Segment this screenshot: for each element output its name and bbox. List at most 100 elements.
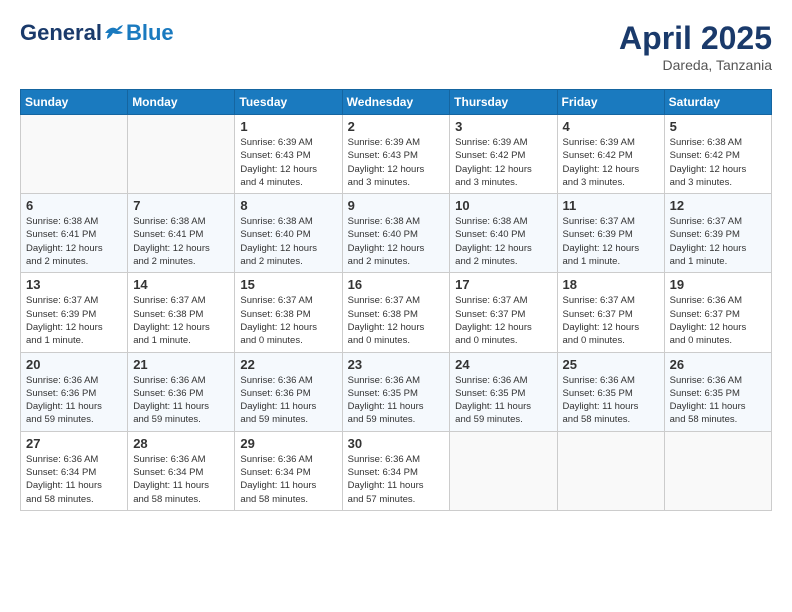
day-info: Sunrise: 6:38 AM Sunset: 6:40 PM Dayligh… (240, 215, 336, 268)
day-number: 8 (240, 198, 336, 213)
calendar-header-saturday: Saturday (664, 90, 771, 115)
day-number: 23 (348, 357, 445, 372)
calendar-cell (664, 431, 771, 510)
day-info: Sunrise: 6:37 AM Sunset: 6:39 PM Dayligh… (563, 215, 659, 268)
day-number: 28 (133, 436, 229, 451)
calendar-cell: 20 Sunrise: 6:36 AM Sunset: 6:36 PM Dayli… (21, 352, 128, 431)
day-number: 14 (133, 277, 229, 292)
day-info: Sunrise: 6:36 AM Sunset: 6:34 PM Dayligh… (240, 453, 336, 506)
day-number: 20 (26, 357, 122, 372)
calendar-cell: 13 Sunrise: 6:37 AM Sunset: 6:39 PM Dayli… (21, 273, 128, 352)
calendar-cell: 17 Sunrise: 6:37 AM Sunset: 6:37 PM Dayli… (450, 273, 557, 352)
calendar-cell: 28 Sunrise: 6:36 AM Sunset: 6:34 PM Dayli… (128, 431, 235, 510)
day-info: Sunrise: 6:37 AM Sunset: 6:37 PM Dayligh… (455, 294, 551, 347)
day-info: Sunrise: 6:37 AM Sunset: 6:38 PM Dayligh… (348, 294, 445, 347)
calendar-table: SundayMondayTuesdayWednesdayThursdayFrid… (20, 89, 772, 511)
day-info: Sunrise: 6:38 AM Sunset: 6:41 PM Dayligh… (133, 215, 229, 268)
day-info: Sunrise: 6:38 AM Sunset: 6:42 PM Dayligh… (670, 136, 766, 189)
calendar-cell: 2 Sunrise: 6:39 AM Sunset: 6:43 PM Daylig… (342, 115, 450, 194)
day-number: 19 (670, 277, 766, 292)
day-info: Sunrise: 6:38 AM Sunset: 6:41 PM Dayligh… (26, 215, 122, 268)
day-number: 7 (133, 198, 229, 213)
calendar-cell (21, 115, 128, 194)
calendar-header-wednesday: Wednesday (342, 90, 450, 115)
day-number: 15 (240, 277, 336, 292)
day-info: Sunrise: 6:38 AM Sunset: 6:40 PM Dayligh… (348, 215, 445, 268)
day-info: Sunrise: 6:36 AM Sunset: 6:35 PM Dayligh… (455, 374, 551, 427)
day-number: 29 (240, 436, 336, 451)
calendar-header-thursday: Thursday (450, 90, 557, 115)
calendar-cell: 12Sunrise: 6:37 AM Sunset: 6:39 PM Dayli… (664, 194, 771, 273)
day-info: Sunrise: 6:36 AM Sunset: 6:37 PM Dayligh… (670, 294, 766, 347)
calendar-week-row: 27 Sunrise: 6:36 AM Sunset: 6:34 PM Dayli… (21, 431, 772, 510)
calendar-cell: 5 Sunrise: 6:38 AM Sunset: 6:42 PM Daylig… (664, 115, 771, 194)
logo-text: General Blue (20, 20, 174, 46)
day-info: Sunrise: 6:38 AM Sunset: 6:40 PM Dayligh… (455, 215, 551, 268)
day-info: Sunrise: 6:39 AM Sunset: 6:43 PM Dayligh… (348, 136, 445, 189)
day-number: 3 (455, 119, 551, 134)
calendar-cell: 22Sunrise: 6:36 AM Sunset: 6:36 PM Dayli… (235, 352, 342, 431)
calendar-cell: 14 Sunrise: 6:37 AM Sunset: 6:38 PM Dayli… (128, 273, 235, 352)
day-number: 21 (133, 357, 229, 372)
day-info: Sunrise: 6:36 AM Sunset: 6:36 PM Dayligh… (26, 374, 122, 427)
calendar-cell: 15 Sunrise: 6:37 AM Sunset: 6:38 PM Dayli… (235, 273, 342, 352)
day-info: Sunrise: 6:36 AM Sunset: 6:34 PM Dayligh… (26, 453, 122, 506)
day-info: Sunrise: 6:37 AM Sunset: 6:38 PM Dayligh… (240, 294, 336, 347)
location-subtitle: Dareda, Tanzania (619, 57, 772, 73)
logo-general: General (20, 20, 102, 46)
day-info: Sunrise: 6:36 AM Sunset: 6:34 PM Dayligh… (133, 453, 229, 506)
calendar-cell: 6 Sunrise: 6:38 AM Sunset: 6:41 PM Daylig… (21, 194, 128, 273)
calendar-cell: 4 Sunrise: 6:39 AM Sunset: 6:42 PM Daylig… (557, 115, 664, 194)
calendar-cell: 29 Sunrise: 6:36 AM Sunset: 6:34 PM Dayli… (235, 431, 342, 510)
calendar-cell: 19 Sunrise: 6:36 AM Sunset: 6:37 PM Dayli… (664, 273, 771, 352)
day-number: 13 (26, 277, 122, 292)
day-number: 18 (563, 277, 659, 292)
calendar-cell: 1 Sunrise: 6:39 AM Sunset: 6:43 PM Daylig… (235, 115, 342, 194)
calendar-header-friday: Friday (557, 90, 664, 115)
day-number: 16 (348, 277, 445, 292)
day-number: 2 (348, 119, 445, 134)
day-number: 1 (240, 119, 336, 134)
day-info: Sunrise: 6:36 AM Sunset: 6:35 PM Dayligh… (563, 374, 659, 427)
calendar-cell (128, 115, 235, 194)
calendar-cell: 16 Sunrise: 6:37 AM Sunset: 6:38 PM Dayli… (342, 273, 450, 352)
day-number: 30 (348, 436, 445, 451)
day-info: Sunrise: 6:36 AM Sunset: 6:35 PM Dayligh… (348, 374, 445, 427)
day-number: 5 (670, 119, 766, 134)
day-number: 9 (348, 198, 445, 213)
calendar-cell: 8 Sunrise: 6:38 AM Sunset: 6:40 PM Daylig… (235, 194, 342, 273)
calendar-header-row: SundayMondayTuesdayWednesdayThursdayFrid… (21, 90, 772, 115)
logo-bird-icon (103, 23, 125, 43)
calendar-cell: 23 Sunrise: 6:36 AM Sunset: 6:35 PM Dayli… (342, 352, 450, 431)
title-block: April 2025 Dareda, Tanzania (619, 20, 772, 73)
calendar-cell: 9 Sunrise: 6:38 AM Sunset: 6:40 PM Daylig… (342, 194, 450, 273)
day-info: Sunrise: 6:37 AM Sunset: 6:37 PM Dayligh… (563, 294, 659, 347)
calendar-cell: 27 Sunrise: 6:36 AM Sunset: 6:34 PM Dayli… (21, 431, 128, 510)
calendar-header-tuesday: Tuesday (235, 90, 342, 115)
day-number: 12 (670, 198, 766, 213)
logo: General Blue (20, 20, 174, 46)
month-year-title: April 2025 (619, 20, 772, 57)
day-number: 24 (455, 357, 551, 372)
day-number: 10 (455, 198, 551, 213)
day-number: 4 (563, 119, 659, 134)
day-info: Sunrise: 6:37 AM Sunset: 6:39 PM Dayligh… (26, 294, 122, 347)
calendar-header-monday: Monday (128, 90, 235, 115)
calendar-week-row: 6 Sunrise: 6:38 AM Sunset: 6:41 PM Daylig… (21, 194, 772, 273)
calendar-cell: 18 Sunrise: 6:37 AM Sunset: 6:37 PM Dayli… (557, 273, 664, 352)
day-number: 17 (455, 277, 551, 292)
calendar-week-row: 13 Sunrise: 6:37 AM Sunset: 6:39 PM Dayli… (21, 273, 772, 352)
calendar-cell: 11Sunrise: 6:37 AM Sunset: 6:39 PM Dayli… (557, 194, 664, 273)
calendar-cell: 21Sunrise: 6:36 AM Sunset: 6:36 PM Dayli… (128, 352, 235, 431)
day-info: Sunrise: 6:36 AM Sunset: 6:36 PM Dayligh… (240, 374, 336, 427)
day-info: Sunrise: 6:39 AM Sunset: 6:42 PM Dayligh… (563, 136, 659, 189)
calendar-cell: 7 Sunrise: 6:38 AM Sunset: 6:41 PM Daylig… (128, 194, 235, 273)
calendar-week-row: 20 Sunrise: 6:36 AM Sunset: 6:36 PM Dayli… (21, 352, 772, 431)
day-number: 27 (26, 436, 122, 451)
day-number: 6 (26, 198, 122, 213)
day-info: Sunrise: 6:37 AM Sunset: 6:38 PM Dayligh… (133, 294, 229, 347)
day-info: Sunrise: 6:39 AM Sunset: 6:43 PM Dayligh… (240, 136, 336, 189)
day-number: 26 (670, 357, 766, 372)
calendar-week-row: 1 Sunrise: 6:39 AM Sunset: 6:43 PM Daylig… (21, 115, 772, 194)
calendar-cell: 24 Sunrise: 6:36 AM Sunset: 6:35 PM Dayli… (450, 352, 557, 431)
